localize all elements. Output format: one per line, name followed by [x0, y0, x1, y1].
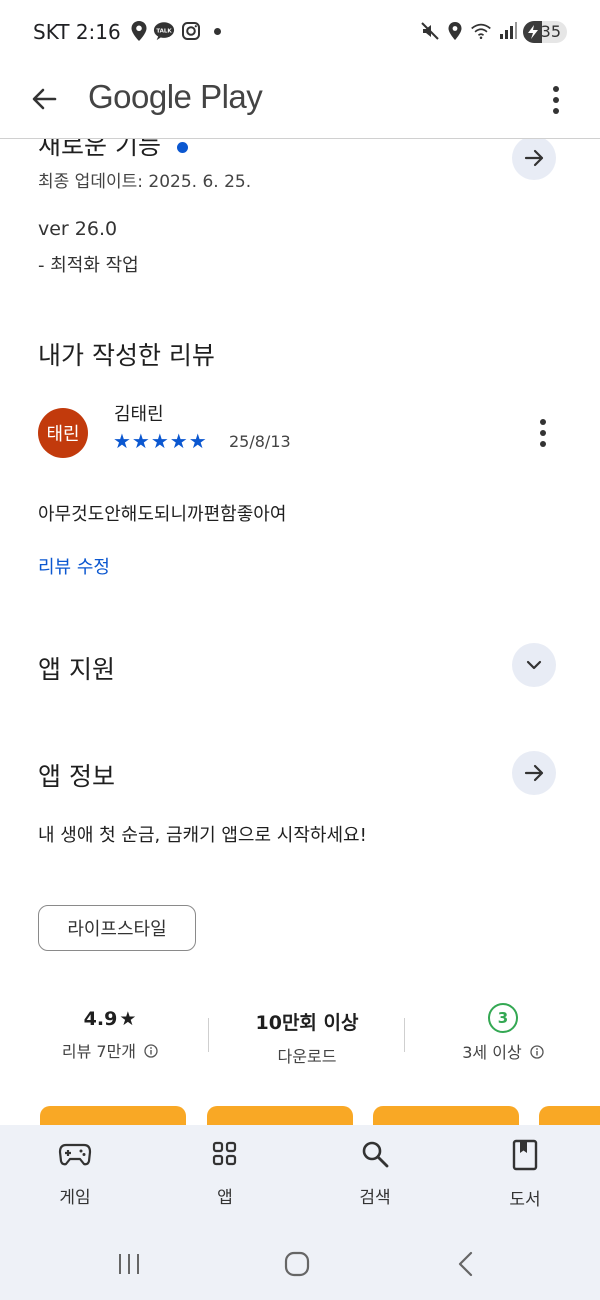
more-notifications-dot	[206, 20, 228, 42]
stat-divider	[404, 1018, 405, 1052]
status-bar: SKT 2:16 TALK 35	[0, 0, 600, 64]
review-more-icon[interactable]	[527, 413, 559, 453]
nav-item-games[interactable]: 게임	[30, 1139, 120, 1208]
kakaotalk-icon: TALK	[153, 20, 175, 42]
app-info-arrow-button[interactable]	[512, 751, 556, 795]
back-arrow-icon[interactable]	[26, 81, 62, 117]
new-indicator-dot	[176, 141, 188, 153]
more-vert-icon[interactable]	[540, 80, 572, 120]
edit-review-link[interactable]: 리뷰 수정	[38, 553, 110, 579]
age-rating-stat[interactable]: 3 3세 이상	[423, 1003, 583, 1063]
talk-badge-text: TALK	[156, 28, 172, 34]
nav-item-apps[interactable]: 앱	[180, 1139, 270, 1208]
reviewer-name: 김태린	[114, 404, 164, 425]
arrow-right-icon	[524, 764, 544, 782]
rating-stat[interactable]: 4.9 ★ 리뷰 7만개	[30, 1008, 190, 1062]
nav-label-games: 게임	[59, 1188, 91, 1208]
rating-value: 4.9	[83, 1008, 118, 1030]
app-info-heading: 앱 정보	[38, 762, 115, 791]
downloads-stat: 10만회 이상 다운로드	[227, 1008, 387, 1067]
last-updated: 최종 업데이트: 2025. 6. 25.	[38, 172, 252, 192]
book-icon	[512, 1139, 538, 1171]
page-title: Google Play	[88, 78, 263, 115]
age-rating-label: 3세 이상	[462, 1043, 522, 1062]
rating-label-row: 리뷰 7만개	[30, 1038, 190, 1062]
battery-icon: 35	[523, 21, 567, 43]
battery-level: 35	[540, 22, 561, 41]
back-icon[interactable]	[453, 1250, 479, 1282]
arrow-right-icon	[524, 149, 544, 167]
update-note: - 최적화 작업	[38, 255, 139, 276]
location-pin-icon	[128, 20, 150, 42]
app-support-expand-button[interactable]	[512, 643, 556, 687]
star-rating: ★★★★★	[113, 429, 208, 453]
mute-icon	[419, 20, 441, 42]
gamepad-icon	[58, 1143, 92, 1166]
nav-label-books: 도서	[509, 1190, 541, 1210]
version-text: ver 26.0	[38, 218, 118, 240]
signal-icon	[497, 20, 519, 42]
age-rating-badge: 3	[488, 1003, 518, 1033]
app-description: 내 생애 첫 순금, 금캐기 앱으로 시작하세요!	[38, 825, 367, 846]
category-chip[interactable]: 라이프스타일	[38, 905, 196, 951]
review-text: 아무것도안해도되니까편함좋아여	[38, 504, 287, 525]
nav-label-apps: 앱	[217, 1188, 233, 1208]
rating-value-row: 4.9 ★	[30, 1008, 190, 1030]
home-icon[interactable]	[283, 1250, 311, 1282]
whats-new-arrow-button[interactable]	[512, 136, 556, 180]
system-navigation-bar	[0, 1235, 600, 1300]
downloads-label: 다운로드	[277, 1047, 337, 1066]
nav-label-search: 검색	[359, 1188, 391, 1208]
my-review-heading: 내가 작성한 리뷰	[38, 341, 215, 370]
apps-grid-icon	[212, 1141, 237, 1166]
nav-item-books[interactable]: 도서	[480, 1139, 570, 1210]
instagram-icon	[180, 20, 202, 42]
location-icon	[444, 20, 466, 42]
nav-item-search[interactable]: 검색	[330, 1139, 420, 1208]
info-icon	[530, 1045, 544, 1059]
avatar: 태린	[38, 408, 88, 458]
status-time: SKT 2:16	[33, 20, 121, 44]
app-bar: Google Play	[0, 64, 600, 139]
app-support-heading: 앱 지원	[38, 655, 115, 684]
star-icon: ★	[119, 1008, 137, 1030]
wifi-icon	[470, 20, 492, 42]
search-icon	[362, 1141, 389, 1168]
chevron-down-icon	[526, 660, 542, 670]
rating-label: 리뷰 7만개	[61, 1042, 137, 1061]
recents-icon[interactable]	[116, 1251, 142, 1281]
info-icon	[144, 1044, 158, 1058]
review-date: 25/8/13	[229, 432, 291, 451]
downloads-value: 10만회 이상	[255, 1012, 359, 1034]
stat-divider	[208, 1018, 209, 1052]
bottom-navigation: 게임 앱 검색 도서	[0, 1125, 600, 1235]
